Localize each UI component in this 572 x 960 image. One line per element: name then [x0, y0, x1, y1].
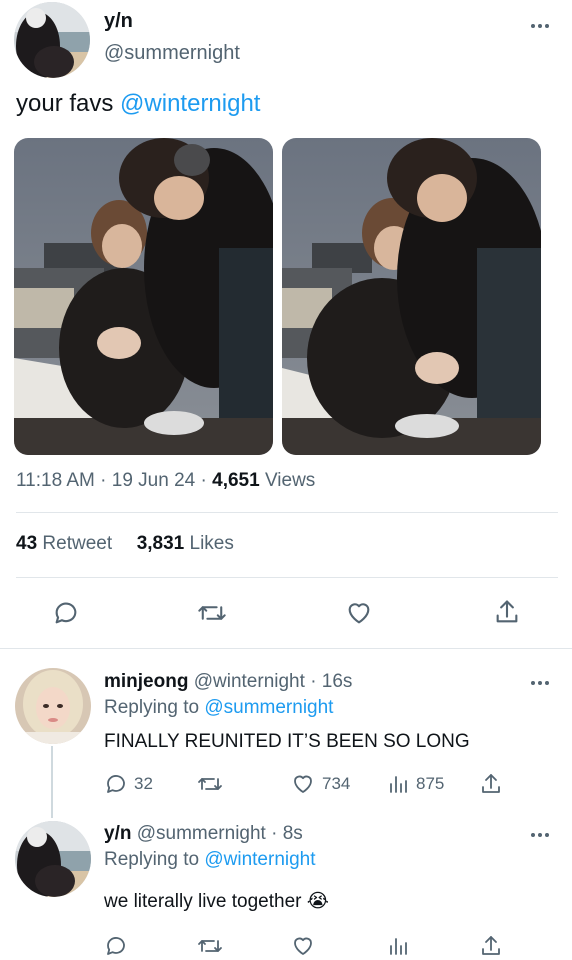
reply-header: y/n @summernight · 8s — [104, 823, 303, 845]
meta-separator: · — [310, 671, 317, 692]
like-icon — [294, 775, 312, 793]
reply-avatar[interactable] — [15, 668, 91, 744]
analytics-icon — [390, 776, 407, 793]
likes-label: Likes — [189, 533, 234, 554]
reply-avatar[interactable] — [15, 821, 91, 897]
meta-separator: · — [271, 823, 278, 844]
reply-text: FINALLY REUNITED IT’S BEEN SO LONG — [104, 731, 470, 752]
tweet-photo-2[interactable] — [282, 138, 541, 455]
tweet-photo-1[interactable] — [14, 138, 273, 455]
tweet-time[interactable]: 11:18 AM — [16, 470, 95, 491]
replying-to-line: Replying to @summernight — [104, 697, 333, 719]
replying-to-label: Replying to — [104, 697, 200, 718]
likes-count: 3,831 — [136, 533, 185, 554]
like-action[interactable] — [290, 934, 316, 958]
crying-emoji-icon: 😭 — [306, 890, 329, 912]
views-action[interactable] — [386, 934, 410, 958]
replying-to-line: Replying to @winternight — [104, 849, 316, 871]
divider — [16, 512, 558, 513]
replying-to-label: Replying to — [104, 849, 200, 870]
reply-author-name[interactable]: minjeong — [104, 671, 188, 692]
tweet-text-body: your favs — [16, 90, 121, 117]
retweets-label: Retweet — [42, 533, 113, 554]
like-count: 734 — [322, 774, 351, 793]
share-icon — [482, 774, 500, 793]
meta-separator: · — [200, 470, 213, 491]
retweet-icon — [198, 940, 222, 952]
reply-icon — [107, 775, 125, 793]
retweet-action[interactable] — [197, 934, 223, 958]
meta-separator: · — [100, 470, 112, 491]
thread-connector — [51, 746, 53, 818]
tweet-stats: 43 Retweet 3,831 Likes — [16, 533, 234, 555]
reply-icon — [107, 937, 125, 955]
reply-header: minjeong @winternight · 16s — [104, 671, 352, 693]
reply-author-handle[interactable]: @winternight — [194, 671, 305, 692]
views-count: 4,651 — [212, 470, 260, 491]
reply-text-body: we literally live together — [104, 891, 302, 912]
like-icon[interactable] — [345, 599, 373, 627]
retweet-action[interactable] — [197, 772, 223, 796]
views-count: 875 — [416, 774, 445, 793]
likes-stat[interactable]: 3,831 Likes — [137, 533, 234, 554]
reply-author-name[interactable]: y/n — [104, 823, 131, 844]
reply-age[interactable]: 8s — [283, 823, 303, 844]
more-options-icon[interactable] — [531, 24, 549, 28]
reply-text: we literally live together 😭 — [104, 890, 329, 913]
tweet-mention-link[interactable]: @winternight — [120, 90, 260, 117]
divider — [16, 577, 558, 578]
views-label: Views — [264, 470, 316, 491]
reply-action[interactable]: 32 — [104, 772, 153, 796]
author-avatar[interactable] — [14, 2, 90, 78]
share-action[interactable] — [479, 772, 503, 796]
share-icon — [482, 936, 500, 955]
retweet-icon — [198, 778, 222, 790]
replying-to-link[interactable]: @summernight — [204, 697, 333, 718]
share-action[interactable] — [479, 934, 503, 958]
more-options-icon[interactable] — [531, 681, 549, 685]
reply-count: 32 — [134, 774, 153, 793]
retweet-icon[interactable] — [197, 599, 227, 627]
author-name[interactable]: y/n — [104, 10, 133, 33]
tweet-date[interactable]: 19 Jun 24 — [112, 470, 195, 491]
reply-action[interactable] — [104, 934, 128, 958]
like-icon — [294, 937, 312, 955]
like-action[interactable]: 734 — [290, 772, 350, 796]
author-handle[interactable]: @summernight — [104, 42, 240, 65]
share-icon[interactable] — [493, 598, 521, 626]
tweet-text: your favs @winternight — [16, 90, 260, 118]
tweet-metadata: 11:18 AM · 19 Jun 24 · 4,651 Views — [16, 470, 315, 492]
analytics-icon — [390, 938, 407, 955]
retweets-count: 43 — [16, 533, 38, 554]
views-action[interactable]: 875 — [386, 772, 444, 796]
reply-age[interactable]: 16s — [322, 671, 353, 692]
retweets-stat[interactable]: 43 Retweet — [16, 533, 112, 554]
more-options-icon[interactable] — [531, 833, 549, 837]
reply-icon[interactable] — [52, 599, 80, 627]
divider — [0, 648, 572, 649]
replying-to-link[interactable]: @winternight — [204, 849, 315, 870]
reply-author-handle[interactable]: @summernight — [137, 823, 266, 844]
